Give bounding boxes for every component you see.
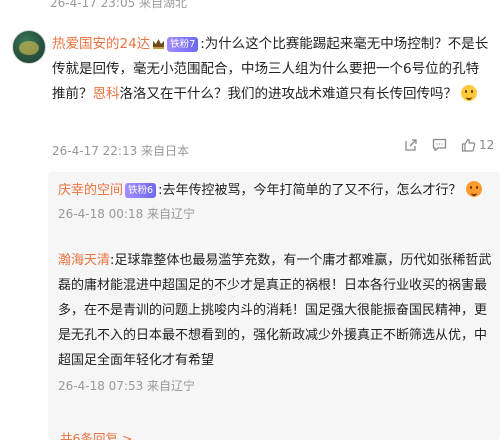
avatar[interactable] xyxy=(12,30,46,64)
reply-item: 瀚海天清:足球靠整体也最易滥竽充数，有一个庸才都难赢，历代如张稀哲武磊的庸材能混… xyxy=(58,248,494,395)
share-icon xyxy=(405,139,417,151)
fan-badge: 铁粉7 xyxy=(167,37,199,52)
comment-text-part2: 洛洛又在干什么？我们的进攻战术难道只有长传回传吗？ xyxy=(119,86,458,102)
share-button[interactable] xyxy=(404,138,418,152)
reply-text: :去年传控被骂，今年打简单的了又不行，怎么才行？ xyxy=(158,183,462,198)
comment-meta: 26-4-17 22:13 来自日本 xyxy=(52,144,190,158)
angry-emoji-icon xyxy=(465,181,482,197)
reply-button[interactable] xyxy=(432,138,447,152)
thumbs-up-icon xyxy=(461,138,476,152)
thinking-emoji-icon xyxy=(461,85,478,101)
fan-badge: 铁粉6 xyxy=(125,183,157,198)
reply-meta: 26-4-18 07:53 来自辽宁 xyxy=(58,379,196,393)
reply-meta: 26-4-18 00:18 来自辽宁 xyxy=(58,207,196,221)
reply-body: 庆幸的空间 铁粉6:去年传控被骂，今年打简单的了又不行，怎么才行？ xyxy=(58,178,494,203)
more-replies-link[interactable]: 共6条回复 > xyxy=(60,428,132,440)
comment-highlight[interactable]: 恩科 xyxy=(93,86,120,102)
crown-icon xyxy=(153,39,165,49)
comment-actions: 12 xyxy=(404,138,494,152)
reply-text: :足球靠整体也最易滥竽充数，有一个庸才都难赢，历代如张稀哲武磊的庸材能混进中超国… xyxy=(58,253,492,368)
comment-username[interactable]: 热爱国安的24达 xyxy=(52,36,150,52)
like-count: 12 xyxy=(479,138,495,152)
reply-body: 瀚海天清:足球靠整体也最易滥竽充数，有一个庸才都难赢，历代如张稀哲武磊的庸材能混… xyxy=(58,248,494,373)
like-button[interactable]: 12 xyxy=(461,138,494,152)
replies-panel: 庆幸的空间 铁粉6:去年传控被骂，今年打简单的了又不行，怎么才行？ 26-4-18… xyxy=(48,172,500,440)
comment-body: 热爱国安的24达 铁粉7:为什么这个比赛能踢起来毫无中场控制？不是长传就是回传，毫… xyxy=(52,32,492,107)
comment-icon xyxy=(432,138,447,152)
reply-username[interactable]: 瀚海天清 xyxy=(58,253,110,268)
previous-comment-meta: 26-4-17 23:05 来自湖北 xyxy=(50,0,188,10)
reply-username[interactable]: 庆幸的空间 xyxy=(58,183,123,198)
reply-item: 庆幸的空间 铁粉6:去年传控被骂，今年打简单的了又不行，怎么才行？ 26-4-18… xyxy=(58,178,494,223)
